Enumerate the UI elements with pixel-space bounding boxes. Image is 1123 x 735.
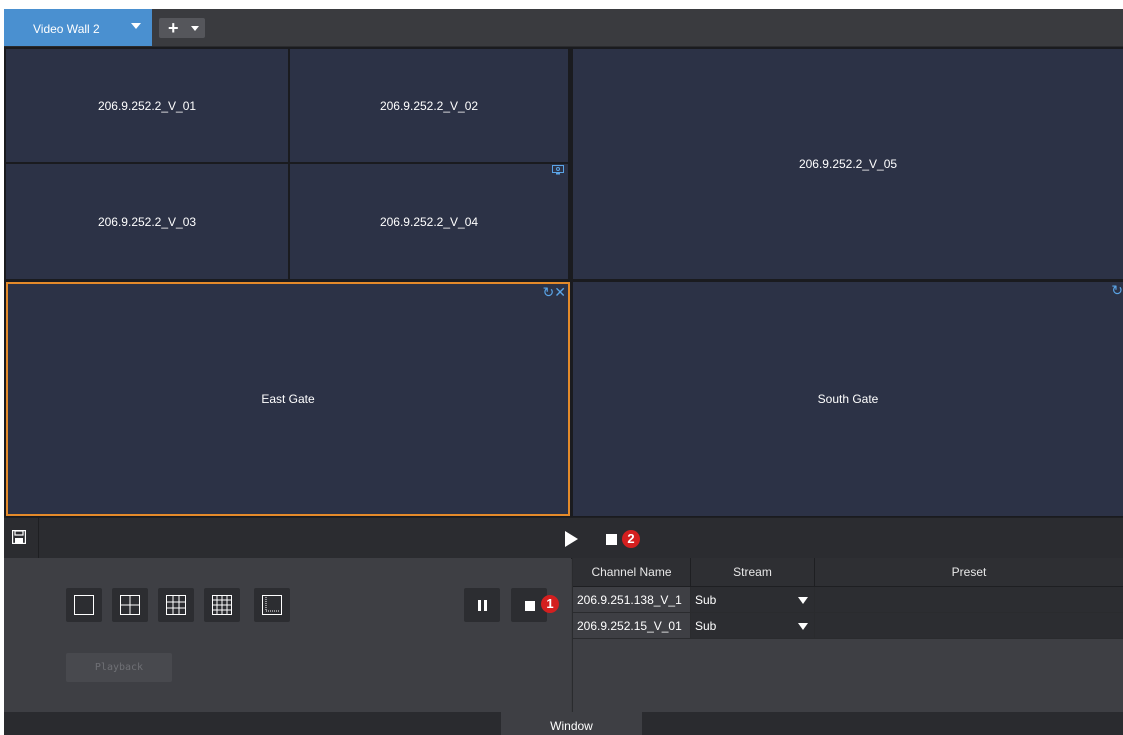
save-icon[interactable] — [12, 530, 26, 544]
table-row-channel[interactable]: 206.9.251.138_V_1 — [573, 587, 691, 613]
tab-label: Video Wall 2 — [33, 22, 100, 36]
wall-pane[interactable]: 206.9.252.2_V_03 — [6, 164, 288, 279]
stream-value: Sub — [695, 593, 717, 607]
dropdown-arrow-icon[interactable] — [798, 597, 808, 604]
preset-select[interactable] — [815, 613, 1123, 639]
wall-pane[interactable]: 206.9.252.2_V_05 — [573, 49, 1123, 279]
stop-icon — [525, 601, 535, 611]
pane-label: East Gate — [261, 392, 315, 406]
playback-button[interactable]: Playback — [66, 653, 172, 682]
divider — [38, 518, 39, 558]
layout-1x1-icon — [74, 595, 94, 615]
refresh-icon[interactable]: ↻ — [543, 284, 555, 300]
channel-table: Channel Name Stream Preset 206.9.251.138… — [572, 558, 1123, 712]
layout-3x3-icon — [166, 595, 186, 615]
wall-pane[interactable]: 206.9.252.2_V_04 — [290, 164, 568, 279]
pane-label: 206.9.252.2_V_02 — [379, 98, 479, 113]
pane-label: 206.9.252.2_V_05 — [798, 157, 898, 171]
callout-badge-1: 1 — [541, 595, 559, 613]
layout-1x1-button[interactable] — [66, 588, 102, 622]
chevron-down-icon[interactable] — [191, 26, 199, 31]
play-icon[interactable] — [565, 531, 578, 547]
video-wall: 206.9.252.2_V_01 206.9.252.2_V_02 206.9.… — [4, 47, 1123, 517]
close-icon[interactable]: ✕ — [554, 284, 566, 300]
wall-pane-selected[interactable]: East Gate ↻✕ — [6, 282, 570, 516]
pause-icon — [478, 600, 481, 611]
pane-label: 206.9.252.2_V_03 — [97, 214, 197, 229]
layout-custom-button[interactable] — [254, 588, 290, 622]
tab-video-wall[interactable]: Video Wall 2 — [4, 9, 152, 46]
chevron-down-icon[interactable] — [131, 23, 141, 29]
column-header-preset[interactable]: Preset — [815, 558, 1123, 587]
pane-label: South Gate — [817, 392, 879, 406]
layout-2x2-icon — [120, 595, 140, 615]
app-window: Video Wall 2 + 206.9.252.2_V_01 206.9.25… — [4, 9, 1123, 735]
stream-select[interactable]: Sub — [691, 613, 815, 639]
layout-2x2-button[interactable] — [112, 588, 148, 622]
stop-icon[interactable] — [606, 534, 617, 545]
wall-pane[interactable]: 206.9.252.2_V_02 — [290, 49, 568, 162]
wall-pane[interactable]: South Gate ↻ — [573, 282, 1123, 516]
add-wall-button[interactable]: + — [159, 18, 205, 38]
stream-value: Sub — [695, 619, 717, 633]
layout-panel: 1 Playback — [4, 558, 571, 712]
pause-button[interactable] — [464, 588, 500, 622]
layout-3x3-button[interactable] — [158, 588, 194, 622]
callout-badge-2: 2 — [622, 530, 640, 548]
footer-bar: Window — [4, 712, 1123, 735]
layout-custom-icon — [262, 595, 282, 615]
wall-pane[interactable]: 206.9.252.2_V_01 — [6, 49, 288, 162]
table-row-channel[interactable]: 206.9.252.15_V_01 — [573, 613, 691, 639]
layout-4x4-icon — [212, 595, 232, 615]
tab-window[interactable]: Window — [501, 712, 642, 735]
column-header-stream[interactable]: Stream — [691, 558, 815, 587]
refresh-icon[interactable]: ↻ — [1111, 282, 1123, 299]
column-header-channel[interactable]: Channel Name — [573, 558, 691, 587]
plus-icon: + — [168, 18, 179, 38]
monitor-icon[interactable] — [552, 165, 564, 175]
pane-label: 206.9.252.2_V_04 — [379, 214, 479, 229]
preset-select[interactable] — [815, 587, 1123, 613]
stream-select[interactable]: Sub — [691, 587, 815, 613]
top-bar: Video Wall 2 + — [4, 9, 1123, 47]
dropdown-arrow-icon[interactable] — [798, 623, 808, 630]
pane-label: 206.9.252.2_V_01 — [97, 98, 197, 113]
layout-4x4-button[interactable] — [204, 588, 240, 622]
control-bar: 2 — [4, 517, 1123, 559]
